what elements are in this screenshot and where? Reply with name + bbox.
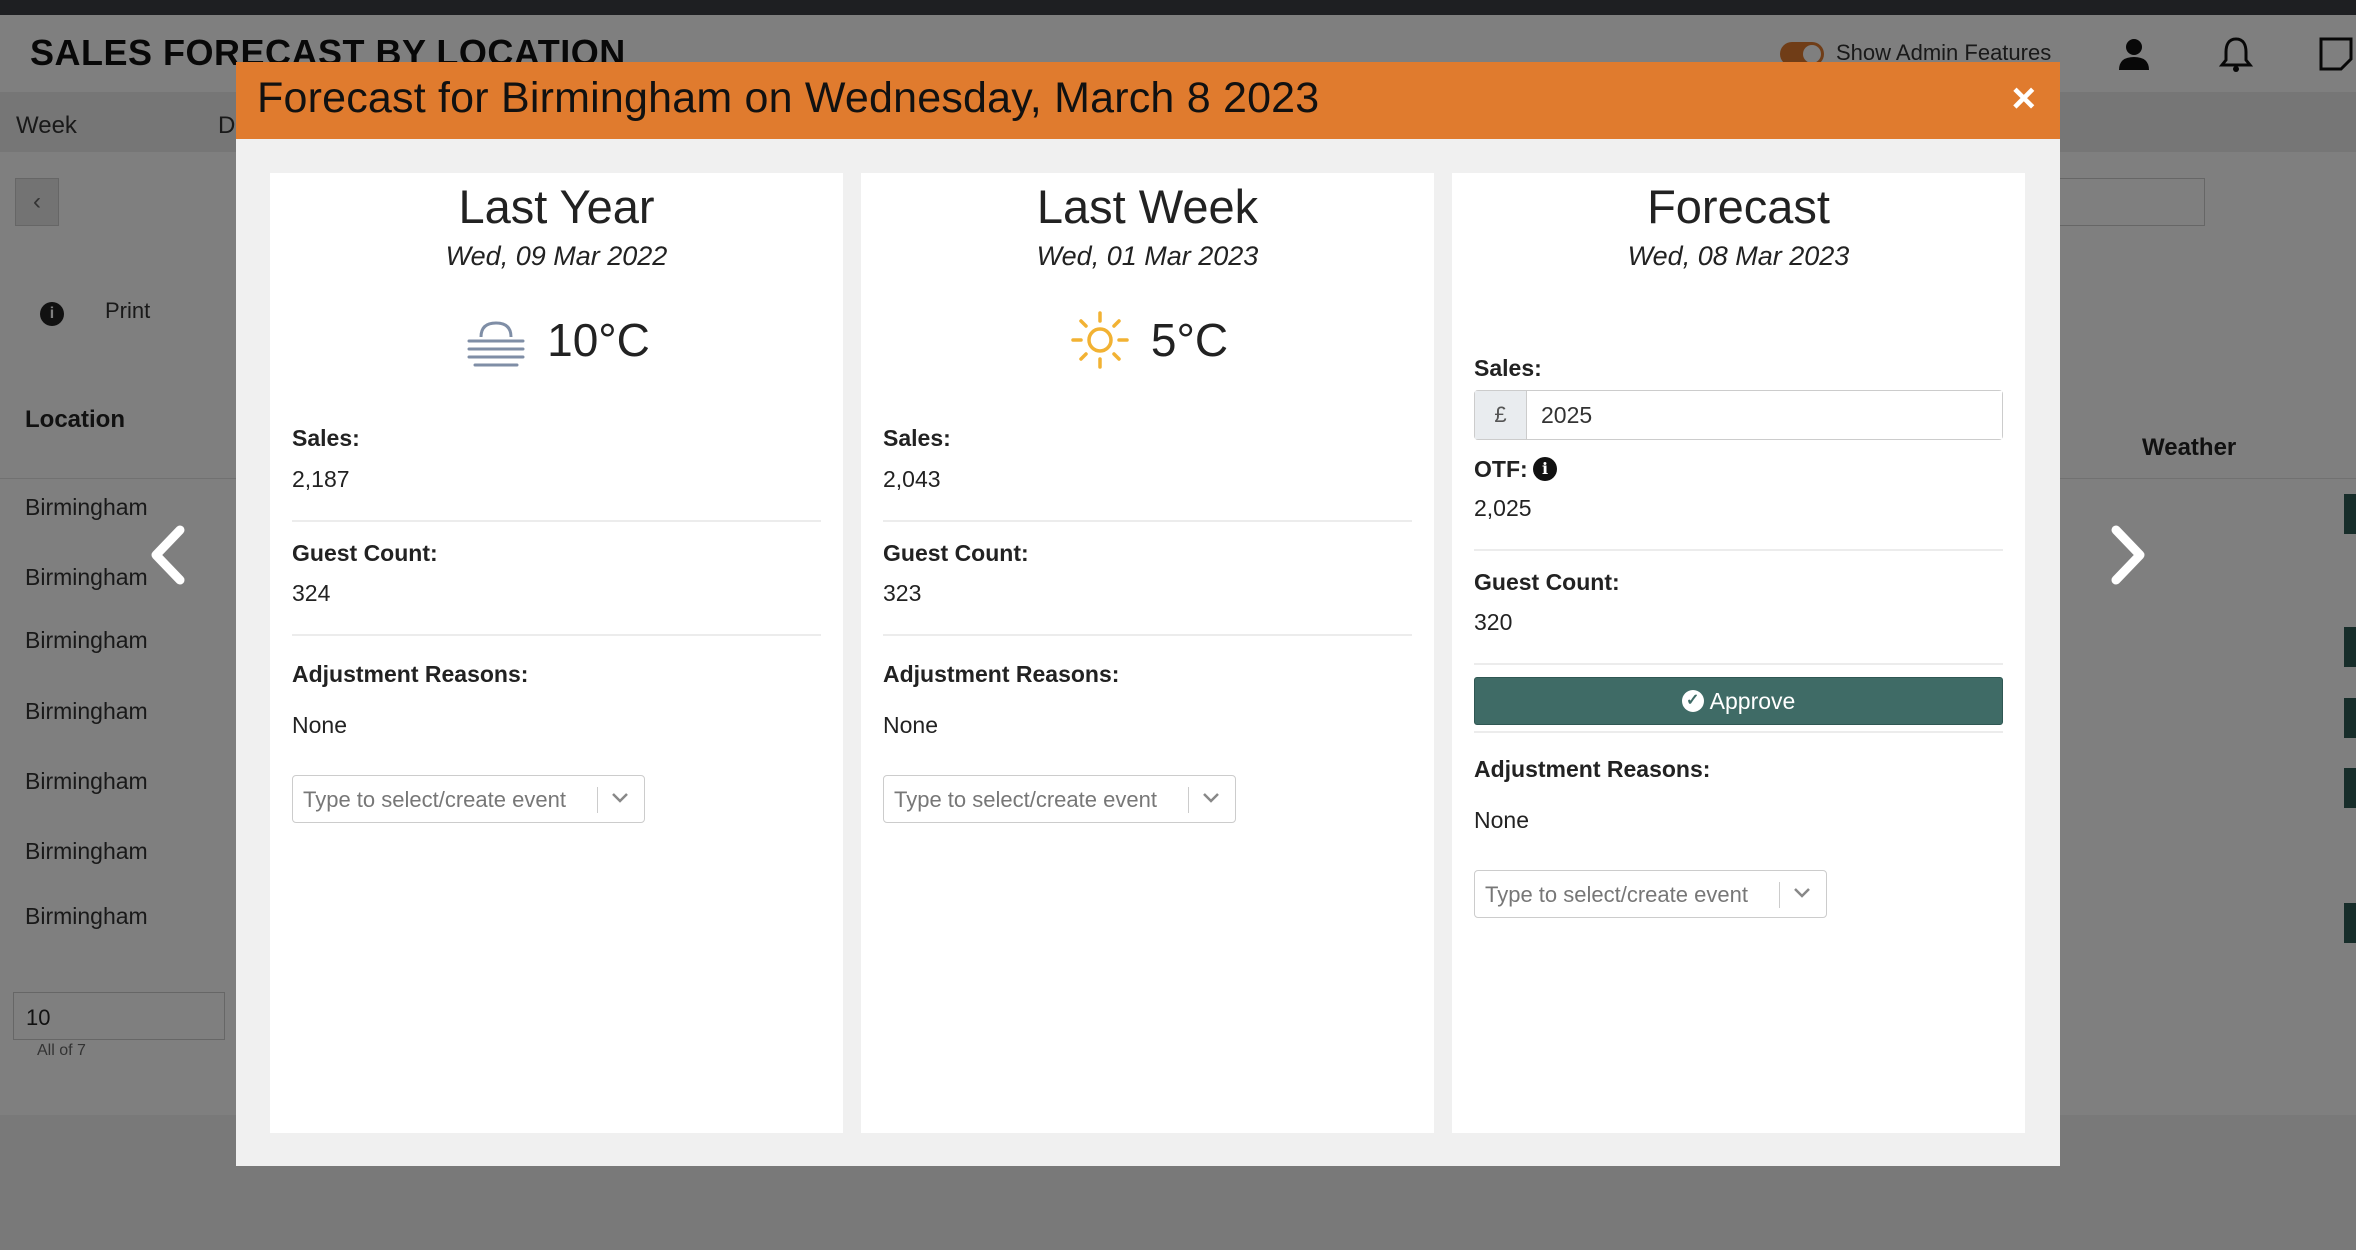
card-title: Last Year bbox=[458, 180, 655, 233]
last-week-card: Last Week Wed, 01 Mar 2023 5°C Sales: 2,… bbox=[861, 173, 1434, 1133]
select-separator bbox=[597, 787, 598, 813]
divider bbox=[1474, 549, 2003, 551]
adjustment-reasons-value: None bbox=[883, 712, 938, 738]
divider bbox=[292, 520, 821, 522]
chevron-down-icon[interactable] bbox=[1790, 880, 1814, 904]
chevron-down-icon[interactable] bbox=[1199, 785, 1223, 809]
card-date: Wed, 09 Mar 2022 bbox=[445, 241, 668, 271]
divider bbox=[883, 634, 1412, 636]
fog-icon bbox=[467, 321, 525, 367]
divider bbox=[883, 520, 1412, 522]
check-circle-icon: ✓ bbox=[1681, 690, 1704, 712]
forecast-sales-input[interactable] bbox=[1527, 391, 2002, 439]
event-select-placeholder: Type to select/create event bbox=[894, 787, 1157, 812]
sales-value: 2,043 bbox=[883, 466, 941, 492]
temperature: 5°C bbox=[1150, 314, 1229, 366]
select-separator bbox=[1188, 787, 1189, 813]
weather-summary: 5°C bbox=[861, 305, 1434, 375]
divider bbox=[1474, 663, 2003, 665]
guest-count-value: 324 bbox=[292, 580, 331, 606]
modal-title: Forecast for Birmingham on Wednesday, Ma… bbox=[257, 74, 1320, 122]
sun-icon bbox=[1071, 311, 1129, 369]
guest-count-label: Guest Count: bbox=[883, 540, 1029, 566]
sales-label: Sales: bbox=[292, 425, 360, 451]
adjustment-reasons-label: Adjustment Reasons: bbox=[292, 661, 529, 687]
sales-input-group: £ bbox=[1474, 390, 2003, 440]
divider bbox=[1474, 731, 2003, 733]
card-date: Wed, 08 Mar 2023 bbox=[1627, 241, 1850, 271]
card-title: Forecast bbox=[1647, 180, 1830, 233]
approve-button[interactable]: ✓ Approve bbox=[1474, 677, 2003, 725]
adjustment-reasons-value: None bbox=[292, 712, 347, 738]
last-year-card: Last Year Wed, 09 Mar 2022 10°C Sales: 2… bbox=[270, 173, 843, 1133]
select-separator bbox=[1779, 882, 1780, 908]
info-icon[interactable]: i bbox=[1533, 457, 1557, 481]
weather-summary: 10°C bbox=[270, 305, 843, 375]
otf-value: 2,025 bbox=[1474, 495, 1532, 521]
forecast-card: Forecast Wed, 08 Mar 2023 Sales: £ OTF: … bbox=[1452, 173, 2025, 1133]
sales-label: Sales: bbox=[883, 425, 951, 451]
approve-label: Approve bbox=[1709, 687, 1796, 714]
event-select-placeholder: Type to select/create event bbox=[303, 787, 566, 812]
forecast-modal: Forecast for Birmingham on Wednesday, Ma… bbox=[236, 62, 2060, 1166]
divider bbox=[292, 634, 821, 636]
guest-count-value: 320 bbox=[1474, 609, 1513, 635]
otf-label: OTF: bbox=[1474, 456, 1528, 482]
chevron-down-icon[interactable] bbox=[608, 785, 632, 809]
next-day-arrow-icon[interactable] bbox=[2096, 520, 2156, 590]
event-select-placeholder: Type to select/create event bbox=[1485, 882, 1748, 907]
adjustment-reasons-label: Adjustment Reasons: bbox=[1474, 756, 1711, 782]
adjustment-reasons-label: Adjustment Reasons: bbox=[883, 661, 1120, 687]
card-title: Last Week bbox=[1036, 180, 1259, 233]
guest-count-label: Guest Count: bbox=[292, 540, 438, 566]
guest-count-value: 323 bbox=[883, 580, 922, 606]
currency-symbol: £ bbox=[1475, 391, 1527, 439]
sales-label: Sales: bbox=[1474, 355, 1542, 381]
event-select[interactable]: Type to select/create event bbox=[1474, 870, 1827, 918]
modal-header: Forecast for Birmingham on Wednesday, Ma… bbox=[236, 62, 2060, 139]
event-select[interactable]: Type to select/create event bbox=[292, 775, 645, 823]
event-select[interactable]: Type to select/create event bbox=[883, 775, 1236, 823]
close-button[interactable]: × bbox=[2011, 75, 2036, 121]
temperature: 10°C bbox=[547, 314, 650, 366]
adjustment-reasons-value: None bbox=[1474, 807, 1529, 833]
sales-value: 2,187 bbox=[292, 466, 350, 492]
card-date: Wed, 01 Mar 2023 bbox=[1036, 241, 1259, 271]
previous-day-arrow-icon[interactable] bbox=[140, 520, 200, 590]
guest-count-label: Guest Count: bbox=[1474, 569, 1620, 595]
